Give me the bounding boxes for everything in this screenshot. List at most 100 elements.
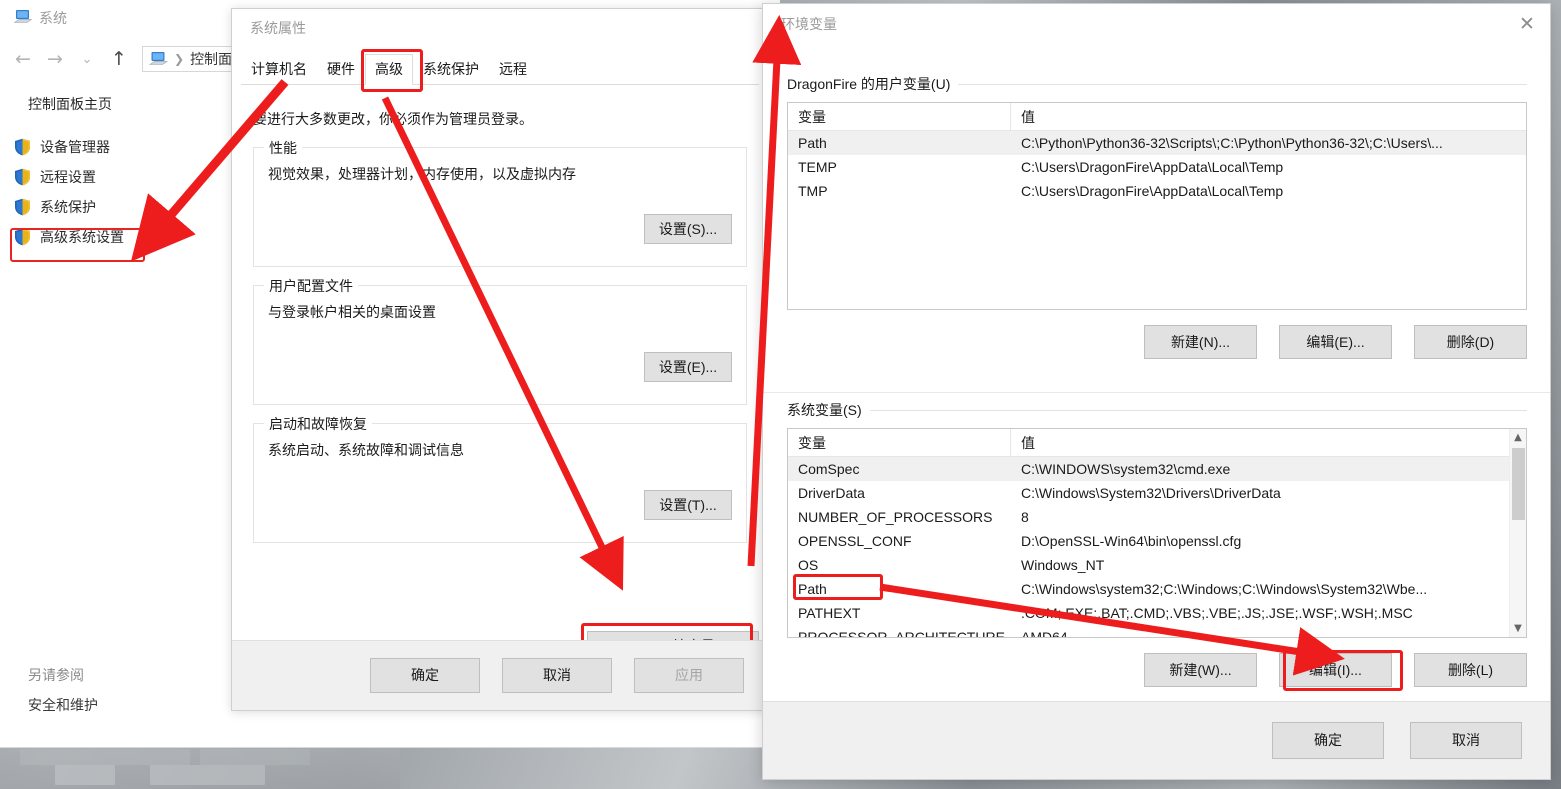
user-profiles-settings-button[interactable]: 设置(E)... [644,352,732,383]
sidebar-item-label: 远程设置 [40,169,96,185]
scrollbar-thumb[interactable] [1511,448,1525,520]
sidebar-item-device-manager[interactable]: 设备管理器 [0,132,230,162]
chevron-up-icon[interactable]: ▲ [1510,429,1527,446]
table-row[interactable]: PATHEXT .COM;.EXE;.BAT;.CMD;.VBS;.VBE;.J… [788,601,1526,625]
back-icon[interactable]: ← [8,44,38,74]
system-variables-scrollbar[interactable]: ▲ ▼ [1509,429,1526,637]
table-row[interactable]: Path C:\Python\Python36-32\Scripts\;C:\P… [788,131,1526,155]
row-variable: TEMP [798,159,837,175]
shield-icon [14,228,31,246]
taskbar[interactable] [0,745,400,789]
row-value: 8 [1021,509,1029,525]
system-properties-tabs: 计算机名 硬件 高级 系统保护 远程 [241,54,759,85]
shield-icon [14,138,31,156]
row-value: C:\Windows\system32;C:\Windows;C:\Window… [1021,581,1428,597]
row-value: D:\OpenSSL-Win64\bin\openssl.cfg [1021,533,1242,549]
apply-button[interactable]: 应用 [634,658,744,693]
user-new-button[interactable]: 新建(N)... [1144,325,1257,360]
computer-icon [14,9,32,27]
row-value: C:\Users\DragonFire\AppData\Local\Temp [1021,183,1284,199]
taskbar-chip[interactable] [200,749,310,765]
row-variable: OPENSSL_CONF [798,533,912,549]
computer-icon [149,51,168,67]
row-value: C:\WINDOWS\system32\cmd.exe [1021,461,1231,477]
row-variable: DriverData [798,485,865,501]
row-variable: PROCESSOR_ARCHITECTURE [798,629,1005,638]
system-variables-table[interactable]: 变量 值 ComSpec C:\WINDOWS\system32\cmd.exe… [787,428,1527,638]
performance-group-description: 视觉效果，处理器计划，内存使用，以及虚拟内存 [268,166,576,182]
breadcrumb-separator-icon: ❯ [174,52,185,66]
table-row[interactable]: OPENSSL_CONF D:\OpenSSL-Win64\bin\openss… [788,529,1526,553]
column-header-variable[interactable]: 变量 [788,429,1011,456]
tab-system-protection[interactable]: 系统保护 [413,54,489,85]
performance-group: 性能 视觉效果，处理器计划，内存使用，以及虚拟内存 设置(S)... [253,138,747,267]
startup-recovery-settings-button[interactable]: 设置(T)... [644,490,732,521]
row-variable: NUMBER_OF_PROCESSORS [798,509,993,525]
table-row[interactable]: OS Windows_NT [788,553,1526,577]
admin-requirement-note: 要进行大多数更改，你必须作为管理员登录。 [253,111,533,127]
system-variables-button-row: 新建(W)... 编辑(I)... 删除(L) [787,653,1527,688]
startup-recovery-group-legend: 启动和故障恢复 [264,414,372,434]
see-also-link-security-maintenance[interactable]: 安全和维护 [28,695,98,715]
ok-button[interactable]: 确定 [370,658,480,693]
ev-cancel-button[interactable]: 取消 [1410,722,1522,759]
system-new-button[interactable]: 新建(W)... [1144,653,1257,688]
table-row[interactable]: TEMP C:\Users\DragonFire\AppData\Local\T… [788,155,1526,179]
row-variable: PATHEXT [798,605,861,621]
system-properties-footer: 确定 取消 应用 [232,640,766,710]
control-panel-sidebar: 控制面板主页 设备管理器 远程设置 系统保护 高级系统设置 [0,88,230,252]
tab-computer-name[interactable]: 计算机名 [241,54,317,85]
user-variables-legend: DragonFire 的用户变量(U) [787,76,951,92]
environment-variables-dialog: 环境变量 ✕ DragonFire 的用户变量(U) 变量 值 Path C:\… [762,3,1551,780]
cancel-button[interactable]: 取消 [502,658,612,693]
sidebar-item-remote-settings[interactable]: 远程设置 [0,162,230,192]
column-header-value[interactable]: 值 [1011,107,1035,127]
chevron-down-icon[interactable]: ⌄ [72,44,102,74]
user-variables-table[interactable]: 变量 值 Path C:\Python\Python36-32\Scripts\… [787,102,1527,310]
column-header-value[interactable]: 值 [1011,433,1035,453]
close-icon[interactable]: ✕ [1504,4,1550,44]
startup-recovery-group-description: 系统启动、系统故障和调试信息 [268,442,464,458]
system-delete-button[interactable]: 删除(L) [1414,653,1527,688]
tab-advanced[interactable]: 高级 [365,54,413,85]
system-edit-button[interactable]: 编辑(I)... [1279,653,1392,688]
taskbar-chip[interactable] [20,749,190,765]
taskbar-chip[interactable] [55,765,115,785]
user-delete-button[interactable]: 删除(D) [1414,325,1527,360]
row-variable: Path [798,581,827,597]
column-header-variable[interactable]: 变量 [788,103,1011,130]
environment-variables-title: 环境变量 [781,16,837,32]
sidebar-home-link[interactable]: 控制面板主页 [0,88,230,132]
performance-group-legend: 性能 [264,138,302,158]
user-variables-legend-row: DragonFire 的用户变量(U) [787,74,1527,94]
sidebar-item-advanced-system-settings[interactable]: 高级系统设置 [0,222,230,252]
table-row[interactable]: ComSpec C:\WINDOWS\system32\cmd.exe [788,457,1526,481]
row-variable: ComSpec [798,461,860,477]
tab-hardware[interactable]: 硬件 [317,54,365,85]
table-row[interactable]: PROCESSOR_ARCHITECTURE AMD64 [788,625,1526,638]
sidebar-item-label: 高级系统设置 [40,229,124,245]
tab-remote[interactable]: 远程 [489,54,537,85]
table-row[interactable]: TMP C:\Users\DragonFire\AppData\Local\Te… [788,179,1526,203]
taskbar-chip[interactable] [150,765,265,785]
user-edit-button[interactable]: 编辑(E)... [1279,325,1392,360]
arrow-up-icon[interactable]: ↑ [104,44,134,74]
system-variables-section: 系统变量(S) 变量 值 ComSpec C:\WINDOWS\system32… [787,400,1527,688]
table-row[interactable]: DriverData C:\Windows\System32\Drivers\D… [788,481,1526,505]
chevron-down-icon[interactable]: ▼ [1510,620,1527,637]
table-row-path[interactable]: Path C:\Windows\system32;C:\Windows;C:\W… [788,577,1526,601]
system-variables-table-header: 变量 值 [788,429,1526,457]
row-value: C:\Python\Python36-32\Scripts\;C:\Python… [1021,135,1443,151]
system-properties-title: 系统属性 [250,20,306,36]
forward-icon[interactable]: → [40,44,70,74]
system-properties-titlebar: 系统属性 [232,9,766,47]
row-value: .COM;.EXE;.BAT;.CMD;.VBS;.VBE;.JS;.JSE;.… [1021,605,1413,621]
ev-ok-button[interactable]: 确定 [1272,722,1384,759]
see-also-heading: 另请参阅 [28,667,84,683]
user-variables-table-header: 变量 值 [788,103,1526,131]
row-value: C:\Users\DragonFire\AppData\Local\Temp [1021,159,1284,175]
breadcrumb-segment[interactable]: 控制面 [190,49,232,69]
table-row[interactable]: NUMBER_OF_PROCESSORS 8 [788,505,1526,529]
sidebar-item-system-protection[interactable]: 系统保护 [0,192,230,222]
performance-settings-button[interactable]: 设置(S)... [644,214,732,245]
